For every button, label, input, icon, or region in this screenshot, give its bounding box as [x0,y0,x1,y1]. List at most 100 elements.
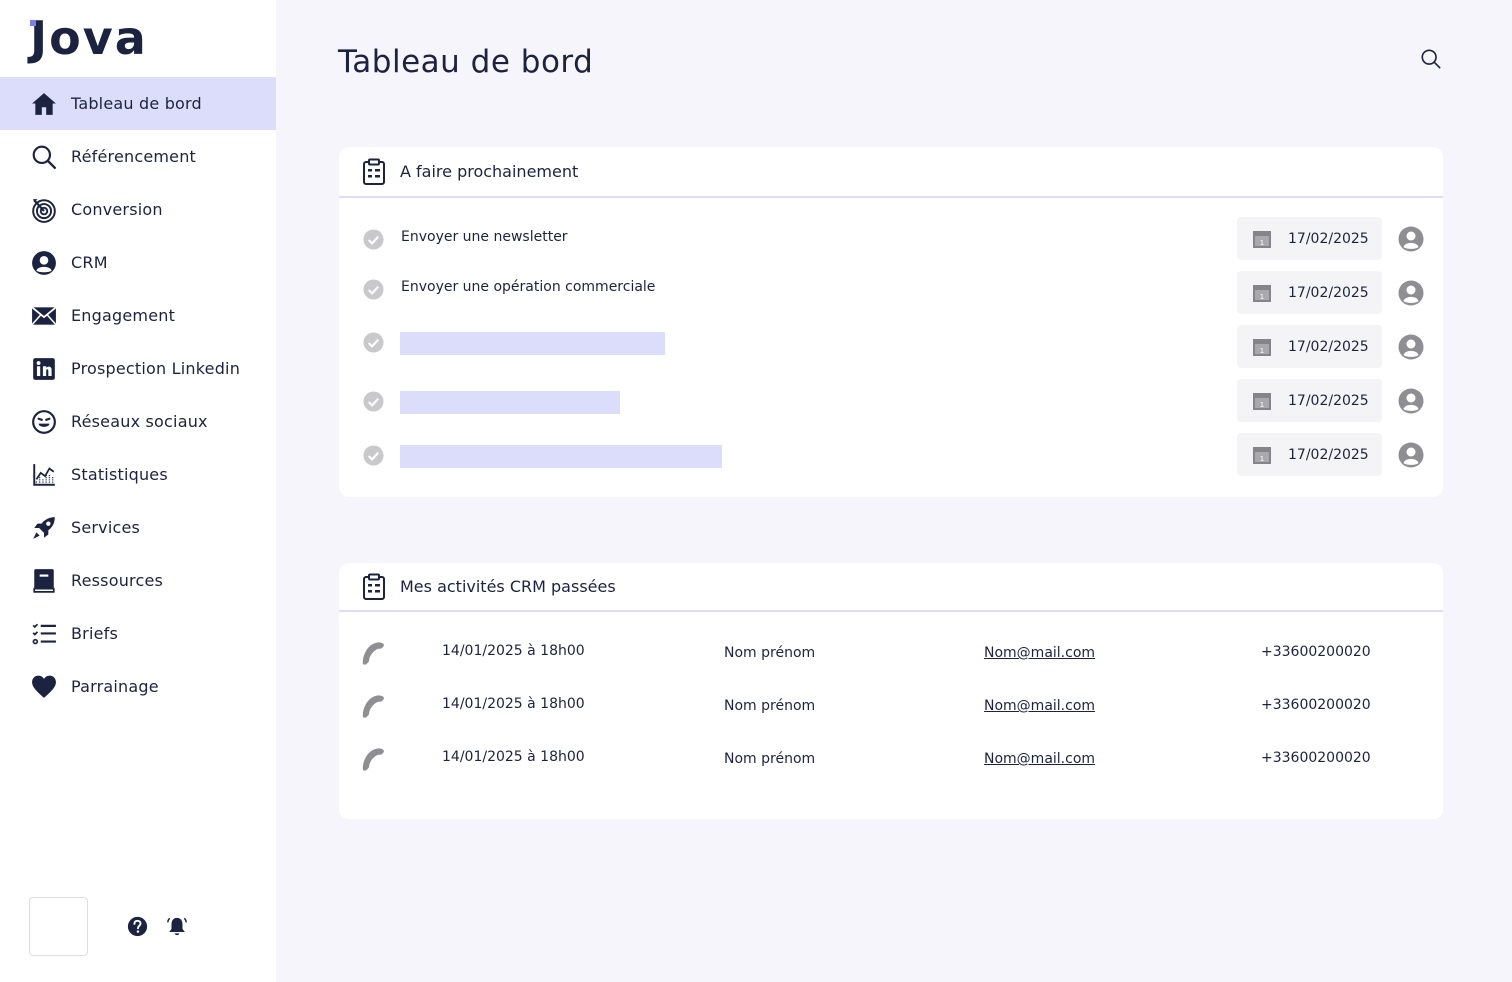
todo-card-header: A faire prochainement [339,147,1443,198]
sidebar: Jova Tableau de bord Référencement Conve… [0,0,276,982]
user-circle-icon [30,249,58,277]
help-icon[interactable] [126,916,148,938]
due-date-text: 17/02/2025 [1288,392,1369,409]
sidebar-item-tableau-de-bord[interactable]: Tableau de bord [0,77,276,130]
clipboard-icon [361,572,387,602]
due-date-pill[interactable]: 1 17/02/2025 [1237,217,1382,260]
home-icon [30,90,58,118]
todo-item: 1 17/02/2025 [339,433,1443,477]
sidebar-item-label: Prospection Linkedin [71,359,241,378]
check-circle-icon[interactable] [363,332,384,353]
phone-icon [361,693,387,719]
todo-item-text: Envoyer une newsletter [401,229,568,245]
crm-contact-phone: +33600200020 [1261,644,1371,660]
calendar-icon: 1 [1252,283,1272,303]
sidebar-item-parrainage[interactable]: Parrainage [0,660,276,713]
todo-item-placeholder [400,445,722,468]
crm-contact-email-link[interactable]: Nom@mail.com [984,645,1095,661]
svg-text:1: 1 [1260,239,1264,247]
due-date-pill[interactable]: 1 17/02/2025 [1237,433,1382,476]
due-date-pill[interactable]: 1 17/02/2025 [1237,271,1382,314]
crm-contact-email-link[interactable]: Nom@mail.com [984,751,1095,767]
assignee-avatar-icon[interactable] [1398,442,1424,468]
logo-accent-dot [30,20,36,26]
mail-icon [30,302,58,330]
crm-contact-phone: +33600200020 [1261,697,1371,713]
due-date-text: 17/02/2025 [1288,446,1369,463]
search-icon [30,143,58,171]
calendar-icon: 1 [1252,337,1272,357]
check-circle-icon[interactable] [363,445,384,466]
sidebar-item-prospection-linkedin[interactable]: Prospection Linkedin [0,342,276,395]
crm-activity-row[interactable]: 14/01/2025 à 18h00 Nom prénom Nom@mail.c… [339,744,1443,774]
heart-icon [30,673,58,701]
sidebar-item-label: Conversion [71,200,163,219]
due-date-pill[interactable]: 1 17/02/2025 [1237,325,1382,368]
crm-contact-name: Nom prénom [724,698,816,714]
todo-card: A faire prochainement Envoyer une newsle… [339,147,1443,497]
todo-item-placeholder [400,332,665,355]
crm-contact-name: Nom prénom [724,645,816,661]
chart-icon [30,461,58,489]
todo-item: Envoyer une opération commerciale 1 17/0… [339,271,1443,315]
logo[interactable]: Jova [30,11,148,65]
search-icon [1421,49,1441,69]
sidebar-item-label: Parrainage [71,677,159,696]
check-circle-icon[interactable] [363,279,384,300]
sidebar-item-ressources[interactable]: Ressources [0,554,276,607]
bell-icon[interactable] [166,916,188,938]
sidebar-item-label: Ressources [71,571,164,590]
svg-text:1: 1 [1260,293,1264,301]
sidebar-item-briefs[interactable]: Briefs [0,607,276,660]
target-icon [30,196,58,224]
sidebar-item-statistiques[interactable]: Statistiques [0,448,276,501]
due-date-text: 17/02/2025 [1288,230,1369,247]
sidebar-item-label: Réseaux sociaux [71,412,208,431]
sidebar-item-label: Engagement [71,306,176,325]
checklist-icon [30,620,58,648]
sidebar-item-services[interactable]: Services [0,501,276,554]
todo-item: 1 17/02/2025 [339,325,1443,369]
sidebar-footer [29,897,188,956]
todo-item-text: Envoyer une opération commerciale [401,279,656,295]
phone-icon [361,640,387,666]
phone-icon [361,746,387,772]
sidebar-item-referencement[interactable]: Référencement [0,130,276,183]
assignee-avatar-icon[interactable] [1398,226,1424,252]
search-button[interactable] [1418,46,1444,72]
smiley-icon [30,408,58,436]
logo-text: Jova [30,11,148,65]
linkedin-icon [30,355,58,383]
calendar-icon: 1 [1252,445,1272,465]
assignee-avatar-icon[interactable] [1398,280,1424,306]
account-box[interactable] [29,897,88,956]
assignee-avatar-icon[interactable] [1398,334,1424,360]
crm-contact-email-link[interactable]: Nom@mail.com [984,698,1095,714]
crm-activity-row[interactable]: 14/01/2025 à 18h00 Nom prénom Nom@mail.c… [339,691,1443,721]
book-icon [30,567,58,595]
crm-contact-phone: +33600200020 [1261,750,1371,766]
sidebar-item-label: Services [71,518,141,537]
crm-activity-datetime: 14/01/2025 à 18h00 [442,749,585,765]
clipboard-icon [361,157,387,187]
sidebar-item-crm[interactable]: CRM [0,236,276,289]
check-circle-icon[interactable] [363,229,384,250]
crm-card-header: Mes activités CRM passées [339,563,1443,612]
page-title: Tableau de bord [338,44,594,80]
svg-text:1: 1 [1260,401,1264,409]
sidebar-item-engagement[interactable]: Engagement [0,289,276,342]
due-date-pill[interactable]: 1 17/02/2025 [1237,379,1382,422]
sidebar-item-label: CRM [71,253,108,272]
sidebar-item-label: Briefs [71,624,119,643]
svg-text:1: 1 [1260,347,1264,355]
sidebar-item-label: Tableau de bord [71,94,202,113]
sidebar-item-reseaux-sociaux[interactable]: Réseaux sociaux [0,395,276,448]
rocket-icon [30,514,58,542]
assignee-avatar-icon[interactable] [1398,388,1424,414]
check-circle-icon[interactable] [363,391,384,412]
sidebar-nav: Tableau de bord Référencement Conversion… [0,77,276,713]
crm-activity-row[interactable]: 14/01/2025 à 18h00 Nom prénom Nom@mail.c… [339,638,1443,668]
todo-item: 1 17/02/2025 [339,379,1443,423]
sidebar-item-conversion[interactable]: Conversion [0,183,276,236]
crm-activity-datetime: 14/01/2025 à 18h00 [442,696,585,712]
